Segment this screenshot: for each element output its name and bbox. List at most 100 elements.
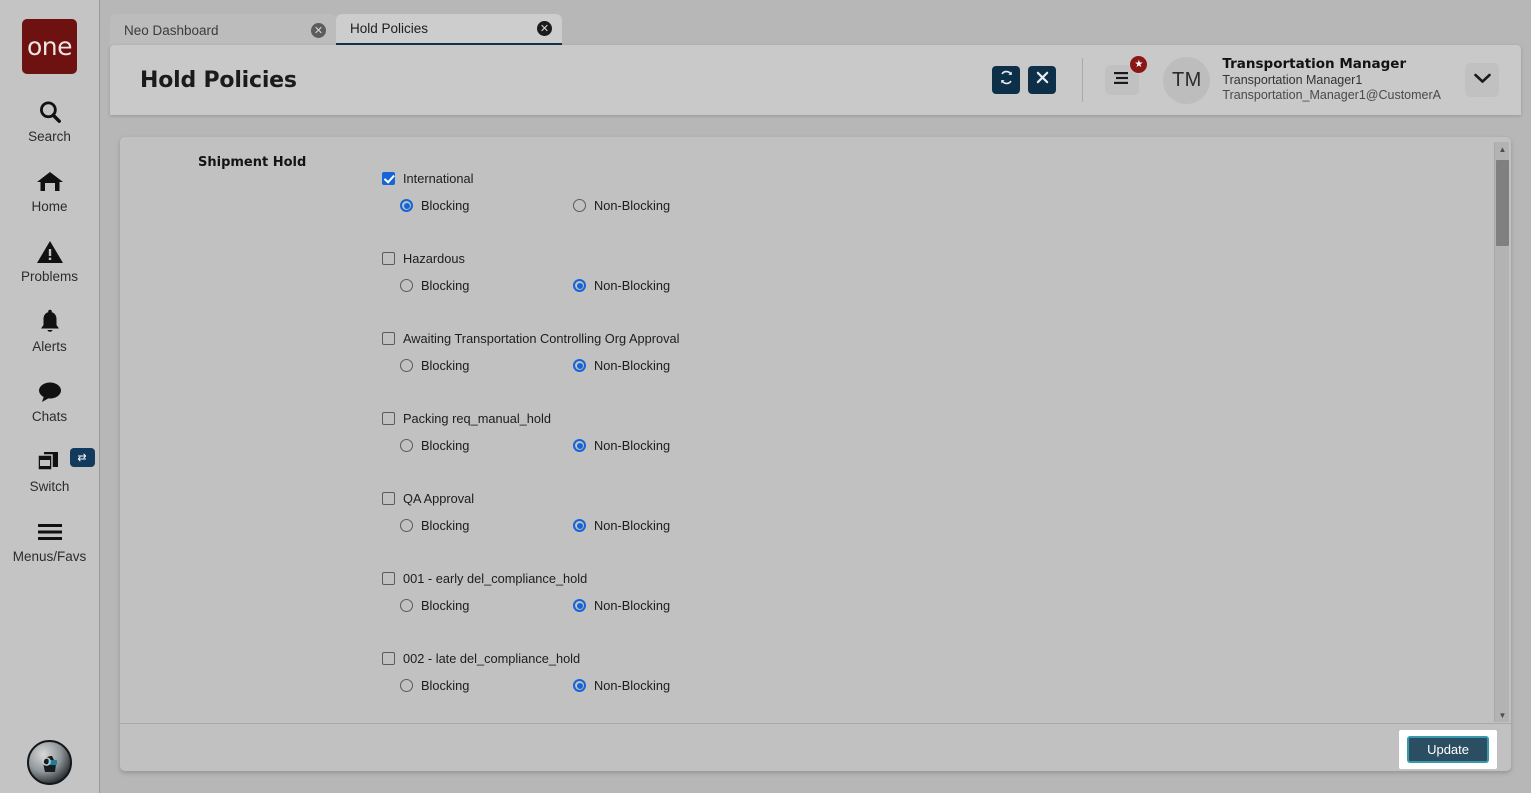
policies-scroll-region: Shipment Hold International Blocking Non-B… bbox=[120, 137, 1511, 723]
radio-blocking[interactable] bbox=[400, 359, 413, 372]
policy-checkbox[interactable] bbox=[382, 412, 395, 425]
radio-blocking[interactable] bbox=[400, 279, 413, 292]
user-info-block: Transportation Manager Transportation Ma… bbox=[1222, 56, 1441, 104]
policy-header: 002 - late del_compliance_hold bbox=[382, 650, 1481, 667]
radio-option-blocking[interactable]: Blocking bbox=[400, 518, 573, 533]
policy-header: International bbox=[382, 170, 1481, 187]
brand-logo-text: one bbox=[26, 32, 73, 61]
radio-label: Non-Blocking bbox=[594, 678, 671, 693]
sidebar-item-label: Menus/Favs bbox=[12, 549, 87, 564]
scroll-up-arrow-icon[interactable]: ▲ bbox=[1495, 142, 1510, 156]
content-panel: Shipment Hold International Blocking Non-B… bbox=[120, 137, 1511, 771]
radio-label: Blocking bbox=[421, 278, 470, 293]
policy-row: QA Approval Blocking Non-Blocking bbox=[382, 490, 1481, 533]
brand-logo[interactable]: one bbox=[22, 19, 77, 74]
radio-option-non-blocking[interactable]: Non-Blocking bbox=[573, 518, 670, 533]
policy-checkbox[interactable] bbox=[382, 492, 395, 505]
menus-favorites-button[interactable]: ★ bbox=[1105, 55, 1149, 95]
radio-option-blocking[interactable]: Blocking bbox=[400, 358, 573, 373]
tab-label: Neo Dashboard bbox=[124, 22, 219, 38]
sidebar-item-chats[interactable]: Chats bbox=[0, 376, 100, 424]
radio-option-non-blocking[interactable]: Non-Blocking bbox=[573, 198, 670, 213]
refresh-button[interactable] bbox=[992, 66, 1021, 94]
page-title: Hold Policies bbox=[140, 67, 297, 93]
radio-label: Non-Blocking bbox=[594, 598, 671, 613]
ai-assistant-orb-icon[interactable] bbox=[27, 740, 72, 785]
tab-hold-policies[interactable]: Hold Policies ✕ bbox=[336, 14, 562, 46]
tab-label: Hold Policies bbox=[350, 21, 429, 36]
policy-mode-options: Blocking Non-Blocking bbox=[382, 278, 1481, 293]
user-menu-toggle[interactable] bbox=[1465, 63, 1499, 97]
search-icon bbox=[37, 96, 63, 128]
user-role: Transportation Manager bbox=[1222, 55, 1407, 72]
policy-checkbox[interactable] bbox=[382, 252, 395, 265]
radio-blocking[interactable] bbox=[400, 199, 413, 212]
radio-blocking[interactable] bbox=[400, 679, 413, 692]
radio-non-blocking[interactable] bbox=[573, 519, 586, 532]
sidebar-item-search[interactable]: Search bbox=[0, 96, 100, 144]
radio-option-non-blocking[interactable]: Non-Blocking bbox=[573, 278, 670, 293]
scrollbar-thumb[interactable] bbox=[1496, 160, 1509, 246]
policy-row: Hazardous Blocking Non-Blocking bbox=[382, 250, 1481, 293]
policy-row: 002 - late del_compliance_hold Blocking No… bbox=[382, 650, 1481, 693]
radio-non-blocking[interactable] bbox=[573, 279, 586, 292]
hamburger-icon bbox=[35, 516, 65, 548]
sidebar-item-alerts[interactable]: Alerts bbox=[0, 306, 100, 354]
policy-label: 002 - late del_compliance_hold bbox=[403, 651, 581, 666]
scroll-down-arrow-icon[interactable]: ▼ bbox=[1495, 708, 1510, 722]
swap-arrows-icon[interactable]: ⇄ bbox=[69, 448, 95, 467]
radio-option-non-blocking[interactable]: Non-Blocking bbox=[573, 598, 670, 613]
radio-blocking[interactable] bbox=[400, 599, 413, 612]
warning-triangle-icon bbox=[36, 236, 64, 268]
policy-header: Packing req_manual_hold bbox=[382, 410, 1481, 427]
close-circle-icon[interactable]: ✕ bbox=[537, 21, 552, 36]
user-login: Transportation_Manager1@CustomerA bbox=[1222, 88, 1441, 103]
policy-checkbox[interactable] bbox=[382, 332, 395, 345]
sidebar-item-problems[interactable]: Problems bbox=[0, 236, 100, 284]
radio-option-blocking[interactable]: Blocking bbox=[400, 598, 573, 613]
policy-label: QA Approval bbox=[403, 491, 475, 506]
sidebar-item-home[interactable]: Home bbox=[0, 166, 100, 214]
radio-label: Blocking bbox=[421, 358, 470, 373]
star-icon: ★ bbox=[1129, 55, 1149, 74]
sidebar-item-menus-favs[interactable]: Menus/Favs bbox=[0, 516, 100, 564]
policy-checkbox[interactable] bbox=[382, 172, 395, 185]
radio-option-non-blocking[interactable]: Non-Blocking bbox=[573, 678, 670, 693]
radio-non-blocking[interactable] bbox=[573, 359, 586, 372]
policy-row: 001 - early del_compliance_hold Blocking N… bbox=[382, 570, 1481, 613]
radio-option-non-blocking[interactable]: Non-Blocking bbox=[573, 438, 670, 453]
radio-option-blocking[interactable]: Blocking bbox=[400, 278, 573, 293]
update-button-focus-ring: Update bbox=[1399, 730, 1497, 769]
policy-checkbox[interactable] bbox=[382, 652, 395, 665]
radio-label: Non-Blocking bbox=[594, 438, 671, 453]
radio-label: Non-Blocking bbox=[594, 278, 671, 293]
policy-mode-options: Blocking Non-Blocking bbox=[382, 358, 1481, 373]
update-button[interactable]: Update bbox=[1407, 736, 1489, 763]
policy-checkbox[interactable] bbox=[382, 572, 395, 585]
radio-non-blocking[interactable] bbox=[573, 199, 586, 212]
close-circle-icon[interactable]: ✕ bbox=[311, 22, 326, 38]
list-menu-icon bbox=[1113, 71, 1131, 90]
radio-non-blocking[interactable] bbox=[573, 679, 586, 692]
radio-non-blocking[interactable] bbox=[573, 599, 586, 612]
radio-blocking[interactable] bbox=[400, 439, 413, 452]
sidebar-item-label: Chats bbox=[31, 409, 68, 424]
sidebar-item-label: Switch bbox=[29, 479, 70, 494]
radio-option-blocking[interactable]: Blocking bbox=[400, 438, 573, 453]
radio-option-non-blocking[interactable]: Non-Blocking bbox=[573, 358, 670, 373]
radio-blocking[interactable] bbox=[400, 519, 413, 532]
sidebar-item-label: Search bbox=[28, 129, 71, 144]
user-name: Transportation Manager1 bbox=[1222, 72, 1363, 87]
vertical-scrollbar[interactable]: ▲ ▼ bbox=[1494, 142, 1509, 722]
tab-neo-dashboard[interactable]: Neo Dashboard ✕ bbox=[110, 14, 336, 46]
sidebar-item-label: Problems bbox=[20, 269, 79, 284]
sidebar-item-switch[interactable]: ⇄ Switch bbox=[0, 446, 100, 494]
avatar[interactable]: TM bbox=[1163, 56, 1211, 104]
radio-option-blocking[interactable]: Blocking bbox=[400, 678, 573, 693]
header-divider bbox=[1082, 58, 1084, 102]
chevron-down-icon bbox=[1473, 71, 1491, 89]
radio-option-blocking[interactable]: Blocking bbox=[400, 198, 573, 213]
radio-label: Blocking bbox=[421, 598, 470, 613]
close-page-button[interactable] bbox=[1028, 66, 1057, 94]
radio-non-blocking[interactable] bbox=[573, 439, 586, 452]
